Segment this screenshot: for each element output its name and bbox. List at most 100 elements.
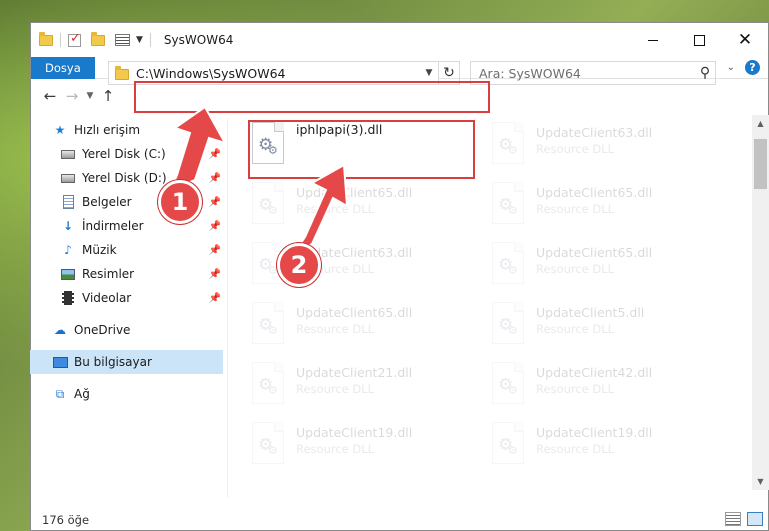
scroll-down-arrow-icon[interactable]: ▼ [752, 473, 769, 490]
file-name: UpdateClient5.dll [536, 305, 645, 320]
file-item[interactable]: ⚙ ⚙ UpdateClient65.dll Resource DLL [492, 182, 722, 238]
help-icon[interactable]: ? [745, 60, 760, 75]
file-name: UpdateClient42.dll [536, 365, 653, 380]
pin-icon[interactable]: 📌 [209, 173, 221, 184]
toolbar-divider [60, 33, 61, 47]
back-arrow-icon[interactable]: ← [39, 87, 61, 105]
pin-icon[interactable]: 📌 [209, 293, 221, 304]
file-name: UpdateClient65.dll [536, 245, 653, 260]
sidebar-item-music[interactable]: ♪ Müzik 📌 [30, 238, 223, 262]
drive-icon [60, 147, 76, 161]
sidebar-item-label: Ağ [74, 387, 90, 401]
sidebar-item-quick-access[interactable]: ★ Hızlı erişim [30, 118, 223, 142]
network-icon: ⧉ [55, 386, 65, 401]
search-box[interactable]: ⚲ [470, 61, 716, 85]
file-item[interactable]: ⚙ ⚙ UpdateClient65.dll Resource DLL [252, 182, 482, 238]
file-name: UpdateClient65.dll [536, 185, 653, 200]
address-path[interactable]: C:\Windows\SysWOW64 [136, 66, 420, 81]
dll-file-icon: ⚙ ⚙ [252, 362, 284, 404]
pin-icon[interactable]: 📌 [209, 245, 221, 256]
close-button[interactable]: ✕ [722, 23, 768, 57]
sidebar-item-label: Videolar [82, 291, 132, 305]
address-highlight-box [134, 81, 490, 113]
file-type: Resource DLL [296, 382, 375, 396]
file-name: UpdateClient19.dll [536, 425, 653, 440]
file-item[interactable]: ⚙ ⚙ UpdateClient65.dll Resource DLL [492, 242, 722, 298]
file-item[interactable]: ⚙ ⚙ UpdateClient19.dll Resource DLL [492, 422, 722, 478]
file-item[interactable]: ⚙ ⚙ UpdateClient63.dll Resource DLL [492, 122, 722, 178]
file-item[interactable]: ⚙ ⚙ UpdateClient5.dll Resource DLL [492, 302, 722, 358]
sidebar-item-label: İndirmeler [82, 219, 144, 233]
folder-icon [115, 66, 129, 80]
minimize-button[interactable] [630, 23, 676, 57]
sidebar-item-label: Müzik [82, 243, 117, 257]
file-type: Resource DLL [536, 382, 615, 396]
step-marker-1: 1 [158, 180, 202, 224]
sidebar-item-label: OneDrive [74, 323, 131, 337]
file-item[interactable]: ⚙ ⚙ UpdateClient42.dll Resource DLL [492, 362, 722, 418]
dll-file-icon: ⚙ ⚙ [492, 302, 524, 344]
file-highlight-box [248, 120, 475, 179]
dll-file-icon: ⚙ ⚙ [492, 362, 524, 404]
tab-file[interactable]: Dosya [31, 56, 95, 79]
file-item[interactable]: ⚙ ⚙ UpdateClient19.dll Resource DLL [252, 422, 482, 478]
file-type: Resource DLL [536, 262, 615, 276]
properties-icon[interactable] [115, 34, 130, 46]
navigation-pane: ★ Hızlı erişim Yerel Disk (C:) 📌 Yerel D… [30, 118, 223, 498]
pin-icon[interactable]: 📌 [209, 221, 221, 232]
recent-locations-chevron-icon[interactable]: ▼ [83, 91, 97, 101]
new-folder-icon[interactable] [91, 31, 105, 46]
download-icon: ↓ [62, 219, 74, 233]
search-icon[interactable]: ⚲ [695, 65, 715, 81]
drive-icon [60, 171, 76, 185]
dll-file-icon: ⚙ ⚙ [492, 242, 524, 284]
sidebar-item-label: Belgeler [82, 195, 132, 209]
document-icon [60, 195, 76, 209]
customize-toolbar-chevron-icon[interactable]: ▼ [136, 35, 143, 45]
scroll-up-arrow-icon[interactable]: ▲ [752, 115, 769, 132]
computer-icon [52, 355, 68, 369]
details-view-icon[interactable] [725, 512, 741, 526]
video-icon [60, 291, 76, 305]
scroll-thumb[interactable] [754, 139, 767, 189]
refresh-icon: ↻ [443, 65, 455, 81]
folder-icon [39, 31, 53, 46]
file-type: Resource DLL [296, 442, 375, 456]
vertical-scrollbar[interactable]: ▲ ▼ [752, 115, 769, 490]
file-name: UpdateClient21.dll [296, 365, 413, 380]
address-history-chevron-icon[interactable]: ▼ [420, 68, 438, 78]
sidebar-item-this-pc[interactable]: Bu bilgisayar [30, 350, 223, 374]
sidebar-item-label: Yerel Disk (D:) [82, 171, 167, 185]
properties-check-icon[interactable] [68, 31, 81, 47]
sidebar-item-onedrive[interactable]: ☁ OneDrive [30, 318, 223, 342]
sidebar-item-pictures[interactable]: Resimler 📌 [30, 262, 223, 286]
expand-ribbon-chevron-icon[interactable]: ⌄ [727, 62, 735, 73]
window-controls: ✕ [630, 23, 768, 57]
forward-arrow-icon[interactable]: → [61, 87, 83, 105]
sidebar-item-local-disk-c[interactable]: Yerel Disk (C:) 📌 [30, 142, 223, 166]
search-input[interactable] [479, 65, 695, 81]
file-item[interactable]: ⚙ ⚙ UpdateClient65.dll Resource DLL [252, 302, 482, 358]
sidebar-item-label: Bu bilgisayar [74, 355, 152, 369]
item-count: 176 öğe [42, 513, 90, 527]
maximize-button[interactable] [676, 23, 722, 57]
file-type: Resource DLL [536, 202, 615, 216]
file-type: Resource DLL [296, 202, 375, 216]
pictures-icon [60, 267, 76, 281]
status-bar: 176 öğe [30, 509, 769, 531]
large-icons-view-icon[interactable] [747, 512, 763, 526]
pin-icon[interactable]: 📌 [209, 197, 221, 208]
file-type: Resource DLL [536, 142, 615, 156]
dll-file-icon: ⚙ ⚙ [492, 422, 524, 464]
file-type: Resource DLL [296, 322, 375, 336]
star-icon: ★ [54, 123, 66, 137]
up-arrow-icon[interactable]: ↑ [97, 87, 119, 105]
pin-icon[interactable]: 📌 [209, 269, 221, 280]
sidebar-item-videos[interactable]: Videolar 📌 [30, 286, 223, 310]
toolbar-divider [149, 33, 151, 47]
pin-icon[interactable]: 📌 [209, 149, 221, 160]
sidebar-item-network[interactable]: ⧉ Ağ [30, 382, 223, 406]
quick-access-toolbar: ▼ [39, 31, 154, 47]
file-item[interactable]: ⚙ ⚙ UpdateClient21.dll Resource DLL [252, 362, 482, 418]
cloud-icon: ☁ [54, 323, 66, 337]
